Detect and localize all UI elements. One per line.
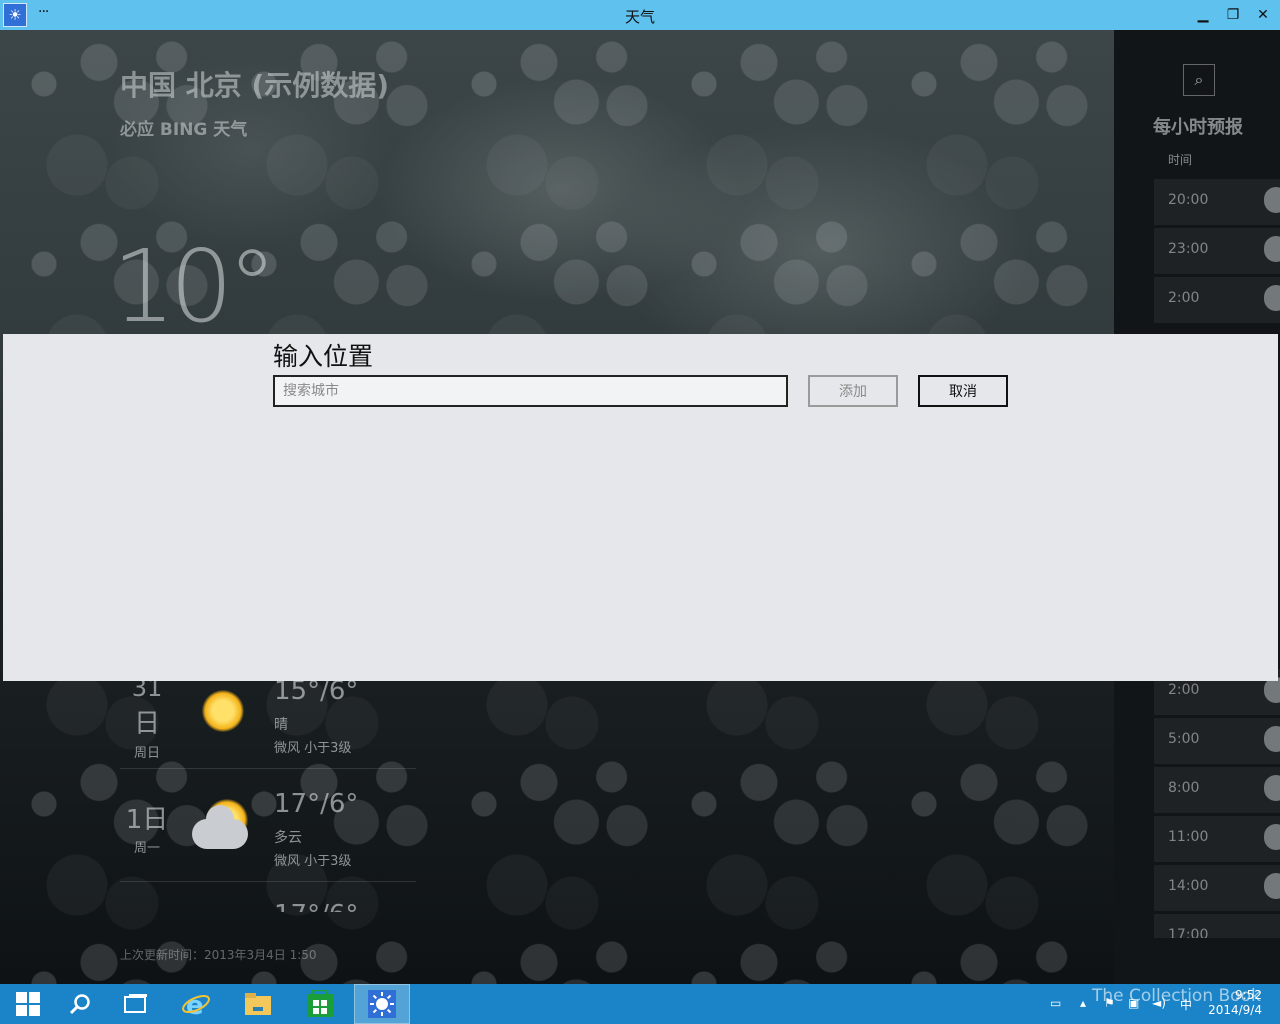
folder-icon — [245, 993, 271, 1015]
cloud-icon — [1264, 824, 1280, 850]
weather-sun-icon — [368, 990, 396, 1018]
cancel-button[interactable]: 取消 — [918, 375, 1008, 407]
search-taskbar-button[interactable] — [52, 984, 108, 1024]
hourly-time: 20:00 — [1168, 192, 1209, 208]
start-button[interactable] — [0, 984, 56, 1024]
forecast-temp: 17°/6° — [274, 900, 358, 912]
windows-logo-icon — [16, 992, 40, 1016]
hourly-time: 11:00 — [1168, 829, 1209, 845]
hourly-row[interactable]: 5:00 — [1154, 718, 1280, 764]
hourly-time: 2:00 — [1168, 682, 1200, 698]
cloud-icon — [1264, 236, 1280, 262]
hourly-time: 2:00 — [1168, 290, 1200, 306]
current-temperature: 10° — [112, 228, 277, 345]
forecast-weekday: 周日 — [133, 746, 160, 761]
city-search-input[interactable] — [273, 375, 788, 407]
hourly-row[interactable]: 17:00 — [1154, 914, 1280, 938]
enter-location-dialog: 输入位置 添加 取消 — [3, 334, 1278, 681]
hourly-time: 23:00 — [1168, 241, 1209, 257]
dialog-title: 输入位置 — [273, 342, 374, 371]
store-button[interactable] — [292, 984, 348, 1024]
close-button[interactable]: ✕ — [1248, 4, 1278, 26]
forecast-date-suffix: 日 — [133, 709, 160, 739]
hourly-title: 每小时预报 — [1153, 117, 1243, 138]
cloud-icon — [1264, 187, 1280, 213]
add-button[interactable]: 添加 — [808, 375, 898, 407]
provider-label: 必应 BING 天气 — [120, 120, 248, 140]
forecast-row[interactable]: 1日 周一 17°/6° 多云 微风 小于3级 — [120, 769, 416, 882]
rain-icon — [1264, 285, 1280, 311]
last-updated: 上次更新时间：2013年3月4日 1:50 — [120, 948, 317, 962]
file-explorer-button[interactable] — [230, 984, 286, 1024]
hourly-column-header: 时间 — [1168, 153, 1193, 167]
forecast-wind: 微风 小于3级 — [274, 741, 352, 756]
cloud-icon — [1264, 775, 1280, 801]
sun-icon — [202, 690, 244, 732]
cloud-sun-icon — [192, 805, 248, 849]
hourly-row[interactable]: 20:00 — [1154, 179, 1280, 225]
hourly-row[interactable]: 23:00 — [1154, 228, 1280, 274]
forecast-date: 1日 — [125, 805, 169, 835]
internet-explorer-icon: e — [182, 991, 210, 1019]
search-icon[interactable]: ⌕ — [1183, 64, 1215, 96]
hourly-time: 14:00 — [1168, 878, 1209, 894]
hourly-row[interactable]: 14:00 — [1154, 865, 1280, 911]
window-title: 天气 — [624, 8, 655, 26]
hourly-row[interactable]: 11:00 — [1154, 816, 1280, 862]
location-title: 中国 北京 (示例数据) — [120, 69, 390, 102]
minimize-button[interactable]: ▁ — [1188, 4, 1218, 26]
weather-taskbar-button[interactable] — [354, 984, 410, 1024]
search-icon — [69, 994, 90, 1015]
internet-explorer-button[interactable]: e — [168, 984, 224, 1024]
forecast-row[interactable]: 17°/6° — [120, 882, 416, 912]
taskbar: e ▭ ▴ ⚑ ▣ ◄) 中 9:52 2014/9/4 — [0, 984, 1280, 1024]
hourly-row[interactable]: 8:00 — [1154, 767, 1280, 813]
forecast-temp: 17°/6° — [274, 789, 359, 819]
forecast-wind: 微风 小于3级 — [274, 854, 352, 869]
store-icon — [307, 990, 333, 1017]
forecast-condition: 晴 — [274, 717, 288, 733]
task-view-icon — [124, 994, 147, 1013]
watermark-text: The Collection Book — [1092, 986, 1261, 1006]
forecast-weekday: 周一 — [133, 841, 160, 856]
cloud-sun-icon — [1264, 873, 1280, 899]
cloud-icon — [1264, 726, 1280, 752]
hourly-row[interactable]: 2:00 — [1154, 277, 1280, 323]
restore-button[interactable]: ❐ — [1218, 4, 1248, 26]
notification-icon[interactable]: ▭ — [1050, 996, 1064, 1010]
title-bar: ☀ ··· 天气 ▁ ❐ ✕ — [0, 0, 1280, 30]
hourly-time: 17:00 — [1168, 927, 1209, 938]
forecast-condition: 多云 — [274, 830, 302, 846]
hourly-time: 8:00 — [1168, 780, 1200, 796]
hourly-time: 5:00 — [1168, 731, 1200, 747]
task-view-button[interactable] — [108, 984, 164, 1024]
